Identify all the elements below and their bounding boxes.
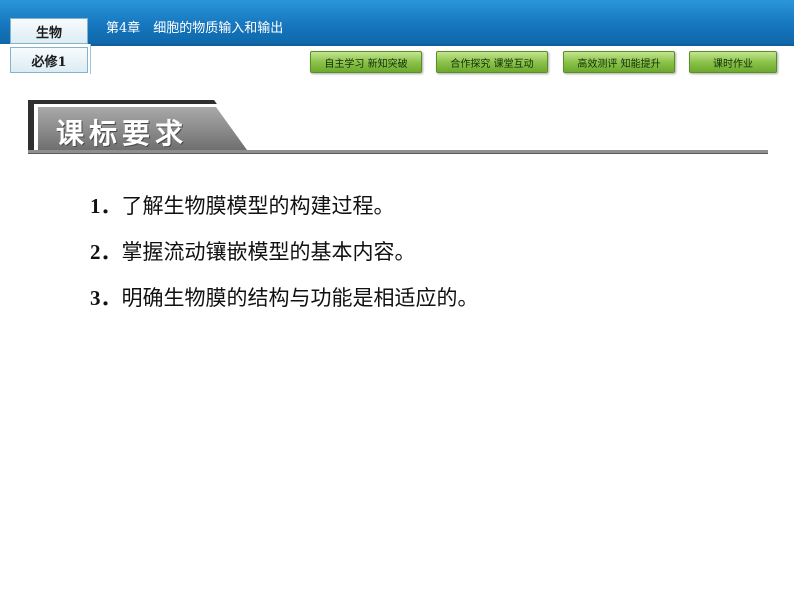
objective-item-3: 3．明确生物膜的结构与功能是相适应的。 [90, 282, 479, 312]
volume-label: 必修1 [10, 47, 88, 73]
objective-item-1: 1．了解生物膜模型的构建过程。 [90, 190, 395, 220]
header-divider [90, 44, 91, 74]
nav-button-self-study[interactable]: 自主学习 新知突破 [310, 51, 422, 73]
chapter-title: 第4章 细胞的物质输入和输出 [106, 21, 284, 36]
header-underline [90, 44, 794, 46]
objective-item-2: 2．掌握流动镶嵌模型的基本内容。 [90, 236, 416, 266]
section-title: 课标要求 [56, 117, 189, 150]
objective-text: 了解生物膜模型的构建过程。 [121, 194, 395, 218]
subject-label: 生物 [10, 18, 88, 44]
objective-text: 明确生物膜的结构与功能是相适应的。 [121, 286, 479, 310]
objective-text: 掌握流动镶嵌模型的基本内容。 [121, 240, 416, 264]
objective-number: 1． [90, 194, 122, 218]
objective-number: 2． [90, 240, 122, 264]
nav-button-homework[interactable]: 课时作业 [689, 51, 777, 73]
objective-number: 3． [90, 286, 122, 310]
nav-button-cooperative-inquiry[interactable]: 合作探究 课堂互动 [436, 51, 548, 73]
nav-button-assessment[interactable]: 高效测评 知能提升 [563, 51, 675, 73]
